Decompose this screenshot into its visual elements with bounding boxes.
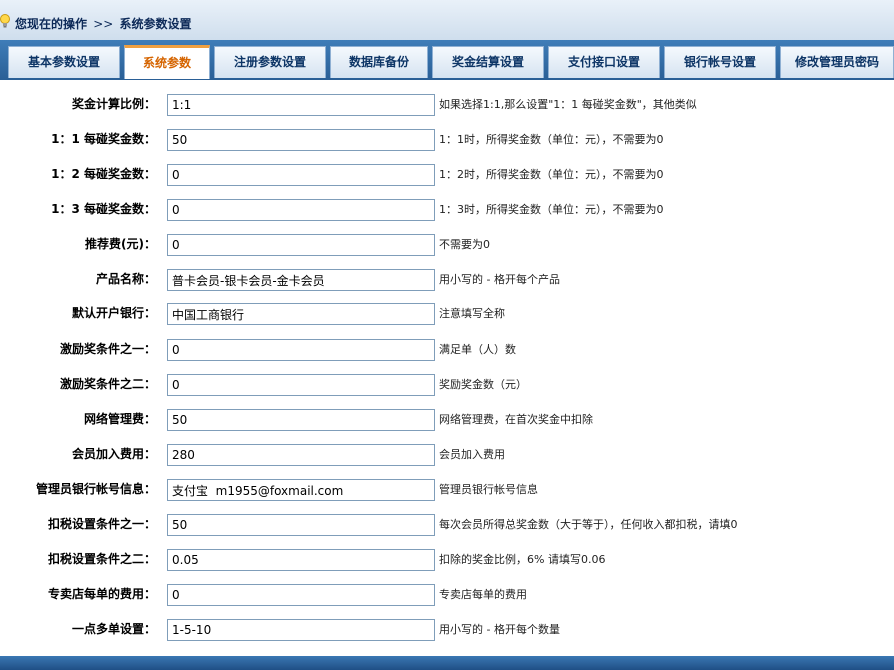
tab-strip: 基本参数设置 系统参数 注册参数设置 数据库备份 奖金结算设置 支付接口设置 银…: [0, 40, 894, 80]
tab-system-params[interactable]: 系统参数: [124, 45, 210, 79]
form-row: 激励奖条件之二： 奖励奖金数（元）: [0, 368, 894, 403]
tax-cond-1-label: 扣税设置条件之一：: [47, 517, 156, 531]
tab-database-backup[interactable]: 数据库备份: [330, 46, 428, 78]
store-fee-hint: 专卖店每单的费用: [439, 588, 527, 601]
tab-basic-settings[interactable]: 基本参数设置: [8, 46, 120, 78]
breadcrumb-label: 您现在的操作: [15, 17, 88, 31]
form-row: 专卖店每单的费用： 专卖店每单的费用: [0, 578, 894, 613]
breadcrumb-current: 系统参数设置: [119, 17, 192, 31]
bonus-1-1-label: 1：1 每碰奖金数：: [51, 132, 156, 146]
form-row: 激励奖条件之一： 满足单（人）数: [0, 333, 894, 368]
multi-order-hint: 用小写的 - 格开每个数量: [439, 623, 560, 636]
default-bank-hint: 注意填写全称: [439, 307, 505, 320]
incentive-cond-1-label: 激励奖条件之一：: [59, 342, 156, 356]
tab-bank-account[interactable]: 银行帐号设置: [664, 46, 776, 78]
bonus-ratio-input[interactable]: [167, 94, 435, 116]
tax-cond-1-hint: 每次会员所得总奖金数（大于等于），任何收入都扣税，请填0: [439, 518, 738, 531]
store-fee-label: 专卖店每单的费用：: [47, 587, 156, 601]
bonus-1-2-input[interactable]: [167, 164, 435, 186]
incentive-cond-2-label: 激励奖条件之二：: [59, 377, 156, 391]
bonus-1-1-input[interactable]: [167, 129, 435, 151]
incentive-cond-2-input[interactable]: [167, 374, 435, 396]
form-row: 一点多单设置： 用小写的 - 格开每个数量: [0, 613, 894, 648]
form-row: 网络管理费： 网络管理费，在首次奖金中扣除: [0, 403, 894, 438]
bonus-1-3-input[interactable]: [167, 199, 435, 221]
form-row: 默认开户银行： 注意填写全称: [0, 297, 894, 332]
network-fee-label: 网络管理费：: [83, 412, 156, 426]
join-fee-hint: 会员加入费用: [439, 448, 505, 461]
form-row: 管理员银行帐号信息： 管理员银行帐号信息: [0, 473, 894, 508]
bonus-1-1-hint: 1：1时，所得奖金数（单位：元），不需要为0: [439, 133, 664, 146]
join-fee-label: 会员加入费用：: [71, 447, 156, 461]
form-row: 1：2 每碰奖金数： 1：2时，所得奖金数（单位：元），不需要为0: [0, 158, 894, 193]
header-bar: 您现在的操作 >> 系统参数设置: [0, 0, 894, 41]
admin-bank-info-hint: 管理员银行帐号信息: [439, 483, 538, 496]
tab-admin-password[interactable]: 修改管理员密码: [780, 46, 894, 78]
tax-cond-2-label: 扣税设置条件之二：: [47, 552, 156, 566]
tax-cond-1-input[interactable]: [167, 514, 435, 536]
incentive-cond-2-hint: 奖励奖金数（元）: [439, 378, 527, 391]
store-fee-input[interactable]: [167, 584, 435, 606]
lightbulb-icon: [0, 14, 11, 33]
bonus-1-2-hint: 1：2时，所得奖金数（单位：元），不需要为0: [439, 168, 664, 181]
default-bank-input[interactable]: [167, 303, 435, 325]
form-row: 扣税设置条件之一： 每次会员所得总奖金数（大于等于），任何收入都扣税，请填0: [0, 508, 894, 543]
product-name-input[interactable]: [167, 269, 435, 291]
bonus-1-2-label: 1：2 每碰奖金数：: [51, 167, 156, 181]
bonus-ratio-label: 奖金计算比例：: [71, 97, 156, 111]
network-fee-input[interactable]: [167, 409, 435, 431]
breadcrumb-separator: >>: [93, 17, 114, 31]
bonus-1-3-label: 1：3 每碰奖金数：: [51, 202, 156, 216]
product-name-hint: 用小写的 - 格开每个产品: [439, 273, 560, 286]
referral-fee-hint: 不需要为0: [439, 238, 490, 251]
default-bank-label: 默认开户银行：: [71, 306, 156, 320]
system-params-form: 奖金计算比例： 如果选择1:1,那么设置"1：1 每碰奖金数"，其他类似 1：1…: [0, 80, 894, 658]
admin-bank-info-input[interactable]: [167, 479, 435, 501]
network-fee-hint: 网络管理费，在首次奖金中扣除: [439, 413, 593, 426]
product-name-label: 产品名称：: [95, 272, 156, 286]
form-row: 1：1 每碰奖金数： 1：1时，所得奖金数（单位：元），不需要为0: [0, 123, 894, 158]
form-row: 扣税设置条件之二： 扣除的奖金比例，6% 请填写0.06: [0, 543, 894, 578]
incentive-cond-1-hint: 满足单（人）数: [439, 343, 516, 356]
bottom-bar: [0, 656, 894, 670]
header-cut-text: [0, 0, 70, 6]
bonus-ratio-hint: 如果选择1:1,那么设置"1：1 每碰奖金数"，其他类似: [439, 98, 697, 111]
tab-registration-settings[interactable]: 注册参数设置: [214, 46, 326, 78]
tax-cond-2-input[interactable]: [167, 549, 435, 571]
tab-bonus-settlement[interactable]: 奖金结算设置: [432, 46, 544, 78]
tab-payment-interface[interactable]: 支付接口设置: [548, 46, 660, 78]
multi-order-input[interactable]: [167, 619, 435, 641]
form-row: 奖金计算比例： 如果选择1:1,那么设置"1：1 每碰奖金数"，其他类似: [0, 88, 894, 123]
bonus-1-3-hint: 1：3时，所得奖金数（单位：元），不需要为0: [439, 203, 664, 216]
breadcrumb: 您现在的操作 >> 系统参数设置: [0, 14, 192, 33]
incentive-cond-1-input[interactable]: [167, 339, 435, 361]
join-fee-input[interactable]: [167, 444, 435, 466]
form-row: 1：3 每碰奖金数： 1：3时，所得奖金数（单位：元），不需要为0: [0, 193, 894, 228]
tax-cond-2-hint: 扣除的奖金比例，6% 请填写0.06: [439, 553, 606, 566]
form-row: 产品名称： 用小写的 - 格开每个产品: [0, 263, 894, 298]
referral-fee-label: 推荐费(元)：: [85, 237, 156, 251]
form-row: 推荐费(元)： 不需要为0: [0, 228, 894, 263]
form-row: 会员加入费用： 会员加入费用: [0, 438, 894, 473]
admin-bank-info-label: 管理员银行帐号信息：: [35, 482, 156, 496]
referral-fee-input[interactable]: [167, 234, 435, 256]
multi-order-label: 一点多单设置：: [71, 622, 156, 636]
